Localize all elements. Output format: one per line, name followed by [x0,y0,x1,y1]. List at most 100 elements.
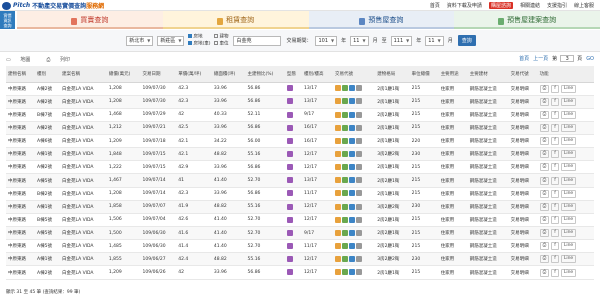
video-icon[interactable] [286,177,293,184]
line-share-button[interactable]: Line [560,242,577,251]
print-button[interactable]: ⎙ 列印 [46,56,78,63]
cell-detail-link[interactable]: 交易明細 [508,200,538,214]
photo-icon[interactable] [342,256,349,263]
chart-icon[interactable] [335,111,342,118]
video-icon[interactable] [286,111,293,118]
cell-community[interactable]: 中原東路 [6,95,36,109]
cell-detail-link[interactable]: 交易明細 [508,265,538,280]
photo-icon[interactable] [342,269,349,276]
line-share-button[interactable]: Line [560,176,577,185]
column-header[interactable]: 型態 [284,66,302,83]
chart-icon[interactable] [335,243,342,249]
query-button[interactable]: 查詢 [457,35,476,46]
print-icon[interactable]: ⎙ [539,202,550,211]
video-icon[interactable] [286,229,293,236]
column-header[interactable]: 功能 [537,66,594,83]
info-icon[interactable] [356,111,363,118]
map-pin-icon[interactable] [349,229,356,236]
chart-icon[interactable] [335,216,342,223]
chart-icon[interactable] [335,177,342,184]
print-icon[interactable]: ⎙ [539,215,550,224]
end-year-select[interactable]: 111 ▼ [390,35,413,46]
cell-detail-link[interactable]: 交易明細 [508,121,538,136]
cell-detail-link[interactable]: 交易明細 [508,213,538,228]
photo-icon[interactable] [342,151,349,158]
column-header[interactable]: 建物格局 [375,66,410,83]
print-icon[interactable]: ⎙ [539,268,550,277]
photo-icon[interactable] [342,98,349,105]
nav-links[interactable]: 相關連結 [520,2,540,9]
start-month-select[interactable]: 11 ▼ [350,35,369,46]
column-header[interactable]: 樓別/樓高 [301,66,334,83]
info-icon[interactable] [356,190,363,197]
map-pin-icon[interactable] [349,216,356,223]
line-share-button[interactable]: Line [560,110,577,119]
cell-community[interactable]: 中原東路 [6,265,36,280]
chart-icon[interactable] [335,85,342,92]
info-icon[interactable] [356,98,363,105]
column-header[interactable]: 總價(萬元) [106,66,141,83]
first-page-link[interactable]: 首頁 [519,55,529,62]
video-icon[interactable] [286,190,293,197]
facebook-icon[interactable]: f [551,215,559,224]
line-share-button[interactable]: Line [560,189,577,198]
video-icon[interactable] [286,256,293,263]
nav-service[interactable]: 線上客服 [574,2,594,9]
chart-icon[interactable] [335,190,342,197]
column-header[interactable]: 交易代號 [508,66,538,83]
column-header[interactable]: 樓別 [35,66,61,83]
print-icon[interactable]: ⎙ [539,242,550,251]
info-icon[interactable] [356,124,363,131]
cell-detail-link[interactable]: 交易明細 [508,160,538,175]
facebook-icon[interactable]: f [551,163,559,172]
print-icon[interactable]: ⎙ [539,189,550,198]
chart-icon[interactable] [335,164,342,171]
opt-parking[interactable]: 車位 [214,40,228,48]
facebook-icon[interactable]: f [551,150,559,159]
photo-icon[interactable] [342,124,349,131]
video-icon[interactable] [286,124,293,131]
column-header[interactable]: 交易日期 [140,66,177,83]
column-header[interactable]: 主要用途 [438,66,468,83]
cell-community[interactable]: 中原東路 [6,239,36,254]
chart-icon[interactable] [335,269,342,276]
line-share-button[interactable]: Line [560,215,577,224]
video-icon[interactable] [286,164,293,171]
chart-icon[interactable] [335,256,342,263]
video-icon[interactable] [286,243,293,249]
column-header[interactable]: 主要建材 [467,66,509,83]
tab-sale[interactable]: 買賣查詢 [17,11,163,29]
cell-community[interactable]: 中原東路 [6,173,36,188]
map-pin-icon[interactable] [349,151,356,158]
photo-icon[interactable] [342,164,349,171]
tab-presale-project[interactable]: 預售屋建案查詢 [454,11,600,29]
cell-community[interactable]: 中原東路 [6,213,36,228]
photo-icon[interactable] [342,243,349,249]
video-icon[interactable] [286,203,293,210]
map-pin-icon[interactable] [349,256,356,263]
info-icon[interactable] [356,216,363,223]
info-icon[interactable] [356,256,363,263]
video-icon[interactable] [286,216,293,223]
chart-icon[interactable] [335,203,342,210]
nav-consult[interactable]: 購屋諮詢 [488,2,513,9]
print-icon[interactable]: ⎙ [539,97,550,106]
facebook-icon[interactable]: f [551,202,559,211]
map-pin-icon[interactable] [349,85,356,92]
print-icon[interactable]: ⎙ [539,163,550,172]
facebook-icon[interactable]: f [551,110,559,119]
cell-community[interactable]: 中原東路 [6,200,36,214]
line-share-button[interactable]: Line [560,255,577,264]
column-header[interactable]: 總面積(坪) [211,66,246,83]
line-share-button[interactable]: Line [560,202,577,211]
cell-detail-link[interactable]: 交易明細 [508,226,538,241]
page-input[interactable]: 3 [560,55,575,62]
info-icon[interactable] [356,151,363,158]
cell-detail-link[interactable]: 交易明細 [508,108,538,122]
map-pin-icon[interactable] [349,203,356,210]
photo-icon[interactable] [342,85,349,92]
cell-detail-link[interactable]: 交易明細 [508,134,538,149]
cell-community[interactable]: 中原東路 [6,134,36,149]
facebook-icon[interactable]: f [551,84,559,93]
facebook-icon[interactable]: f [551,242,559,251]
